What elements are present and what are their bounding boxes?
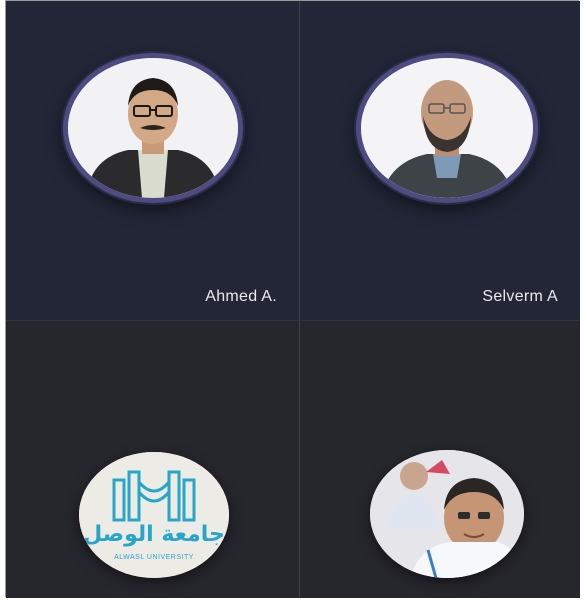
logo-subtext: ALWASL UNIVERSITY — [114, 554, 194, 561]
participant-tile-2[interactable]: Selverm A — [300, 1, 580, 321]
person-avatar-icon — [68, 58, 238, 198]
participant-name-1: Ahmed A. — [205, 288, 277, 305]
participant-tile-1[interactable]: Ahmed A. — [6, 1, 300, 321]
person-avatar-icon — [361, 58, 533, 198]
person-avatar-icon — [370, 450, 524, 578]
participant-avatar-4 — [370, 450, 524, 578]
participant-tile-4[interactable] — [300, 321, 580, 598]
participant-name-2: Selverm A — [482, 288, 558, 305]
logo-text: جامعة الوصل — [83, 522, 225, 547]
participant-avatar-1 — [63, 53, 243, 203]
participant-avatar-2 — [356, 53, 538, 203]
participant-avatar-3: جامعة الوصل ALWASL UNIVERSITY — [79, 452, 229, 578]
participant-tile-3[interactable]: جامعة الوصل ALWASL UNIVERSITY — [6, 321, 300, 598]
video-call-grid: Ahmed A. Selverm A جامعة الوصل ALWASL UN… — [5, 0, 580, 598]
